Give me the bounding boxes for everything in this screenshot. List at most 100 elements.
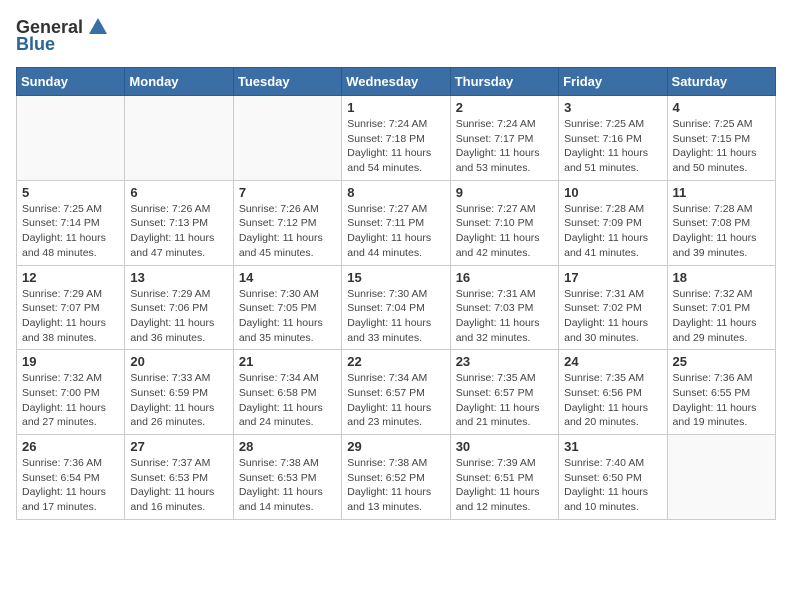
calendar-cell: 26 Sunrise: 7:36 AM Sunset: 6:54 PM Dayli… bbox=[17, 435, 125, 520]
calendar-cell: 1 Sunrise: 7:24 AM Sunset: 7:18 PM Daylig… bbox=[342, 96, 450, 181]
day-number: 15 bbox=[347, 270, 444, 285]
calendar-cell: 14 Sunrise: 7:30 AM Sunset: 7:05 PM Dayli… bbox=[233, 265, 341, 350]
calendar-cell: 16 Sunrise: 7:31 AM Sunset: 7:03 PM Dayli… bbox=[450, 265, 558, 350]
calendar-cell: 30Sunrise: 7:39 AM Sunset: 6:51 PM Dayli… bbox=[450, 435, 558, 520]
calendar-cell: 21 Sunrise: 7:34 AM Sunset: 6:58 PM Dayli… bbox=[233, 350, 341, 435]
calendar-cell: 23 Sunrise: 7:35 AM Sunset: 6:57 PM Dayli… bbox=[450, 350, 558, 435]
calendar-cell bbox=[125, 96, 233, 181]
calendar-cell: 25 Sunrise: 7:36 AM Sunset: 6:55 PM Dayli… bbox=[667, 350, 775, 435]
day-number: 8 bbox=[347, 185, 444, 200]
day-number: 2 bbox=[456, 100, 553, 115]
day-info: Sunrise: 7:26 AM Sunset: 7:13 PM Dayligh… bbox=[130, 202, 227, 261]
day-number: 7 bbox=[239, 185, 336, 200]
calendar-cell: 31Sunrise: 7:40 AM Sunset: 6:50 PM Dayli… bbox=[559, 435, 667, 520]
day-header-friday: Friday bbox=[559, 68, 667, 96]
day-info: Sunrise: 7:29 AM Sunset: 7:07 PM Dayligh… bbox=[22, 287, 119, 346]
day-number: 11 bbox=[673, 185, 770, 200]
day-info: Sunrise: 7:32 AM Sunset: 7:01 PM Dayligh… bbox=[673, 287, 770, 346]
day-info: Sunrise: 7:31 AM Sunset: 7:03 PM Dayligh… bbox=[456, 287, 553, 346]
calendar-week-0: 1 Sunrise: 7:24 AM Sunset: 7:18 PM Daylig… bbox=[17, 96, 776, 181]
day-header-tuesday: Tuesday bbox=[233, 68, 341, 96]
day-number: 29 bbox=[347, 439, 444, 454]
day-number: 1 bbox=[347, 100, 444, 115]
calendar-cell: 28 Sunrise: 7:38 AM Sunset: 6:53 PM Dayli… bbox=[233, 435, 341, 520]
calendar-cell: 4 Sunrise: 7:25 AM Sunset: 7:15 PM Daylig… bbox=[667, 96, 775, 181]
day-info: Sunrise: 7:35 AM Sunset: 6:57 PM Dayligh… bbox=[456, 371, 553, 430]
calendar-cell: 7 Sunrise: 7:26 AM Sunset: 7:12 PM Daylig… bbox=[233, 180, 341, 265]
day-info: Sunrise: 7:34 AM Sunset: 6:58 PM Dayligh… bbox=[239, 371, 336, 430]
day-number: 14 bbox=[239, 270, 336, 285]
calendar-cell: 19Sunrise: 7:32 AM Sunset: 7:00 PM Dayli… bbox=[17, 350, 125, 435]
day-number: 17 bbox=[564, 270, 661, 285]
calendar-cell: 24Sunrise: 7:35 AM Sunset: 6:56 PM Dayli… bbox=[559, 350, 667, 435]
day-number: 25 bbox=[673, 354, 770, 369]
logo: General Blue bbox=[16, 16, 109, 55]
day-info: Sunrise: 7:27 AM Sunset: 7:10 PM Dayligh… bbox=[456, 202, 553, 261]
calendar-cell: 20 Sunrise: 7:33 AM Sunset: 6:59 PM Dayli… bbox=[125, 350, 233, 435]
day-number: 31 bbox=[564, 439, 661, 454]
day-info: Sunrise: 7:24 AM Sunset: 7:17 PM Dayligh… bbox=[456, 117, 553, 176]
day-number: 26 bbox=[22, 439, 119, 454]
day-info: Sunrise: 7:27 AM Sunset: 7:11 PM Dayligh… bbox=[347, 202, 444, 261]
day-info: Sunrise: 7:33 AM Sunset: 6:59 PM Dayligh… bbox=[130, 371, 227, 430]
day-header-sunday: Sunday bbox=[17, 68, 125, 96]
calendar-cell: 11 Sunrise: 7:28 AM Sunset: 7:08 PM Dayli… bbox=[667, 180, 775, 265]
day-info: Sunrise: 7:37 AM Sunset: 6:53 PM Dayligh… bbox=[130, 456, 227, 515]
logo-blue-text: Blue bbox=[16, 34, 55, 55]
calendar-cell: 29Sunrise: 7:38 AM Sunset: 6:52 PM Dayli… bbox=[342, 435, 450, 520]
calendar-header-row: SundayMondayTuesdayWednesdayThursdayFrid… bbox=[17, 68, 776, 96]
day-info: Sunrise: 7:25 AM Sunset: 7:14 PM Dayligh… bbox=[22, 202, 119, 261]
calendar-cell: 9 Sunrise: 7:27 AM Sunset: 7:10 PM Daylig… bbox=[450, 180, 558, 265]
calendar-table: SundayMondayTuesdayWednesdayThursdayFrid… bbox=[16, 67, 776, 520]
calendar-cell: 12 Sunrise: 7:29 AM Sunset: 7:07 PM Dayli… bbox=[17, 265, 125, 350]
day-info: Sunrise: 7:24 AM Sunset: 7:18 PM Dayligh… bbox=[347, 117, 444, 176]
day-number: 12 bbox=[22, 270, 119, 285]
day-number: 18 bbox=[673, 270, 770, 285]
day-number: 19 bbox=[22, 354, 119, 369]
day-info: Sunrise: 7:36 AM Sunset: 6:54 PM Dayligh… bbox=[22, 456, 119, 515]
day-info: Sunrise: 7:36 AM Sunset: 6:55 PM Dayligh… bbox=[673, 371, 770, 430]
day-info: Sunrise: 7:39 AM Sunset: 6:51 PM Dayligh… bbox=[456, 456, 553, 515]
day-header-thursday: Thursday bbox=[450, 68, 558, 96]
day-info: Sunrise: 7:29 AM Sunset: 7:06 PM Dayligh… bbox=[130, 287, 227, 346]
calendar-cell: 3Sunrise: 7:25 AM Sunset: 7:16 PM Daylig… bbox=[559, 96, 667, 181]
calendar-cell bbox=[17, 96, 125, 181]
day-info: Sunrise: 7:34 AM Sunset: 6:57 PM Dayligh… bbox=[347, 371, 444, 430]
day-number: 27 bbox=[130, 439, 227, 454]
day-number: 24 bbox=[564, 354, 661, 369]
calendar-week-3: 19Sunrise: 7:32 AM Sunset: 7:00 PM Dayli… bbox=[17, 350, 776, 435]
day-number: 23 bbox=[456, 354, 553, 369]
calendar-cell: 22 Sunrise: 7:34 AM Sunset: 6:57 PM Dayli… bbox=[342, 350, 450, 435]
day-header-wednesday: Wednesday bbox=[342, 68, 450, 96]
day-header-saturday: Saturday bbox=[667, 68, 775, 96]
day-info: Sunrise: 7:26 AM Sunset: 7:12 PM Dayligh… bbox=[239, 202, 336, 261]
calendar-cell: 17 Sunrise: 7:31 AM Sunset: 7:02 PM Dayli… bbox=[559, 265, 667, 350]
day-number: 6 bbox=[130, 185, 227, 200]
day-number: 28 bbox=[239, 439, 336, 454]
day-number: 10 bbox=[564, 185, 661, 200]
day-info: Sunrise: 7:30 AM Sunset: 7:04 PM Dayligh… bbox=[347, 287, 444, 346]
day-info: Sunrise: 7:31 AM Sunset: 7:02 PM Dayligh… bbox=[564, 287, 661, 346]
day-info: Sunrise: 7:25 AM Sunset: 7:16 PM Dayligh… bbox=[564, 117, 661, 176]
logo-icon bbox=[87, 16, 109, 38]
calendar-cell: 13 Sunrise: 7:29 AM Sunset: 7:06 PM Dayli… bbox=[125, 265, 233, 350]
day-number: 13 bbox=[130, 270, 227, 285]
calendar-cell: 2 Sunrise: 7:24 AM Sunset: 7:17 PM Daylig… bbox=[450, 96, 558, 181]
calendar-cell: 10 Sunrise: 7:28 AM Sunset: 7:09 PM Dayli… bbox=[559, 180, 667, 265]
calendar-cell bbox=[233, 96, 341, 181]
day-number: 4 bbox=[673, 100, 770, 115]
day-info: Sunrise: 7:30 AM Sunset: 7:05 PM Dayligh… bbox=[239, 287, 336, 346]
day-number: 21 bbox=[239, 354, 336, 369]
day-info: Sunrise: 7:38 AM Sunset: 6:53 PM Dayligh… bbox=[239, 456, 336, 515]
calendar-cell: 15 Sunrise: 7:30 AM Sunset: 7:04 PM Dayli… bbox=[342, 265, 450, 350]
calendar-week-2: 12 Sunrise: 7:29 AM Sunset: 7:07 PM Dayli… bbox=[17, 265, 776, 350]
calendar-week-4: 26 Sunrise: 7:36 AM Sunset: 6:54 PM Dayli… bbox=[17, 435, 776, 520]
day-number: 22 bbox=[347, 354, 444, 369]
day-info: Sunrise: 7:28 AM Sunset: 7:09 PM Dayligh… bbox=[564, 202, 661, 261]
day-number: 20 bbox=[130, 354, 227, 369]
day-info: Sunrise: 7:25 AM Sunset: 7:15 PM Dayligh… bbox=[673, 117, 770, 176]
day-number: 16 bbox=[456, 270, 553, 285]
day-number: 9 bbox=[456, 185, 553, 200]
day-info: Sunrise: 7:28 AM Sunset: 7:08 PM Dayligh… bbox=[673, 202, 770, 261]
calendar-cell: 5Sunrise: 7:25 AM Sunset: 7:14 PM Daylig… bbox=[17, 180, 125, 265]
